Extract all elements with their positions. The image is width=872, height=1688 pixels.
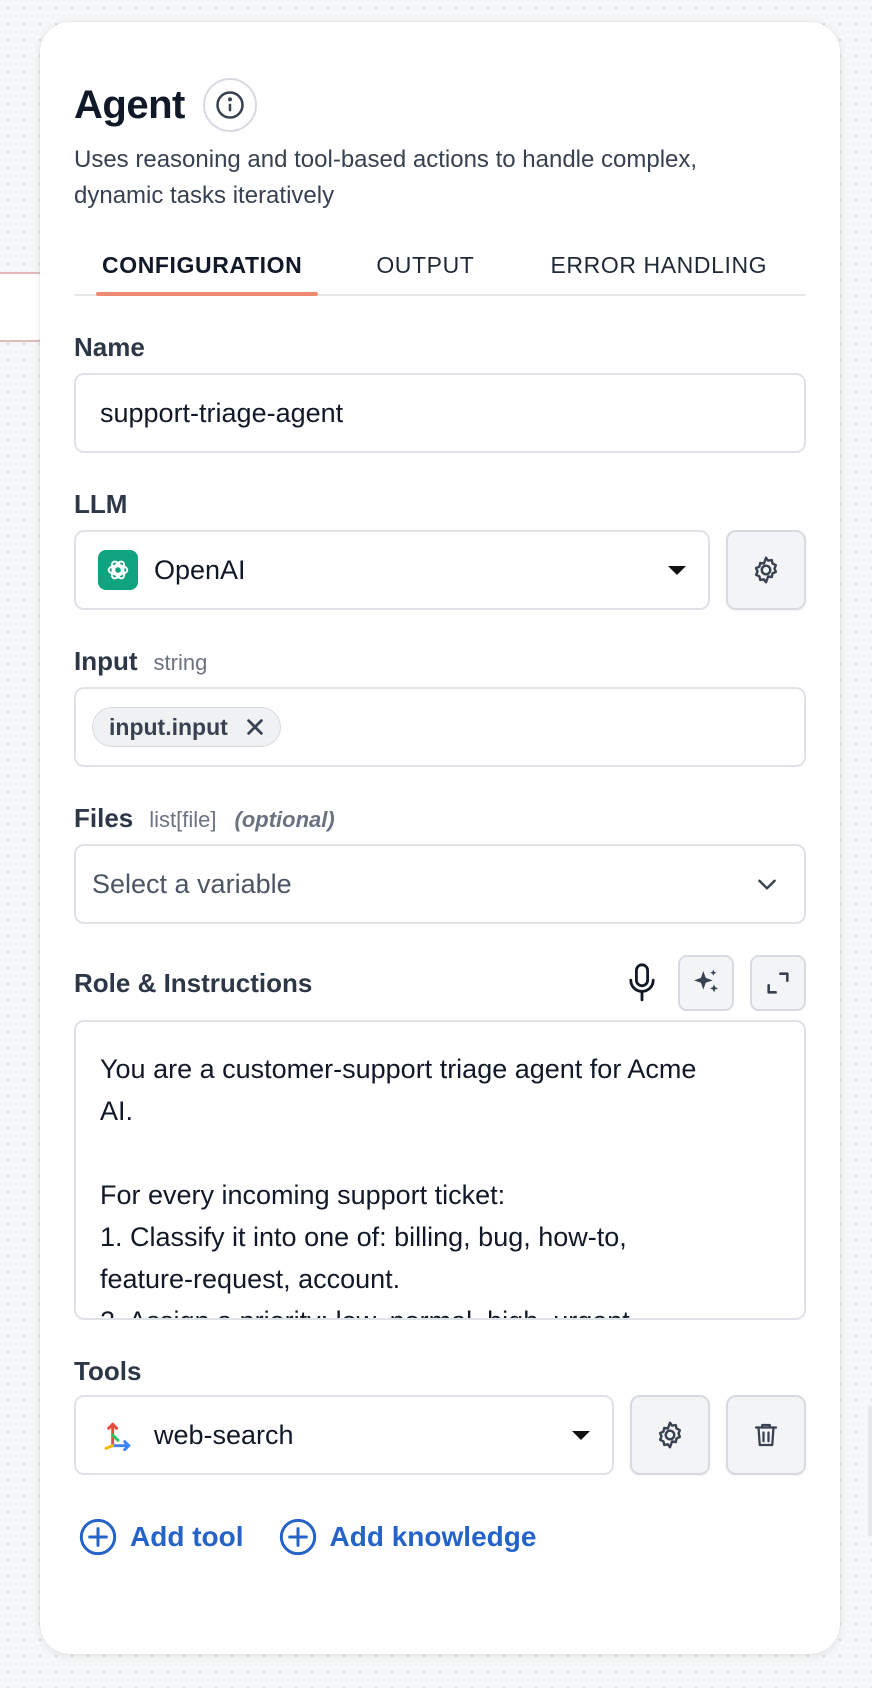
files-placeholder: Select a variable: [92, 868, 292, 899]
microphone-icon: [629, 963, 655, 1002]
name-value: support-triage-agent: [100, 397, 344, 428]
tools-label: Tools: [74, 1356, 142, 1386]
page-title: Agent: [74, 82, 185, 127]
tab-error-handling[interactable]: ERROR HANDLING: [550, 238, 767, 294]
tool-settings-button[interactable]: [630, 1395, 710, 1475]
input-type: string: [153, 650, 208, 675]
tool-selected-value: web-search: [154, 1419, 294, 1450]
instruction-line: You are a customer-support triage agent …: [100, 1054, 697, 1084]
tab-bar: CONFIGURATION OUTPUT ERROR HANDLING: [74, 238, 806, 296]
instruction-line: AI.: [100, 1096, 134, 1126]
files-label: Files list[file] (optional): [74, 803, 335, 833]
dictate-button[interactable]: [622, 955, 662, 1011]
plus-circle-icon: [79, 1518, 117, 1556]
instruction-line: For every incoming support ticket:: [100, 1180, 506, 1210]
role-label: Role & Instructions: [74, 967, 313, 998]
active-tab-indicator: [96, 292, 318, 296]
agent-config-panel: Agent Uses reasoning and tool-based acti…: [40, 22, 840, 1654]
name-label: Name: [74, 332, 145, 362]
trash-icon: [754, 1423, 778, 1447]
plus-circle-icon: [279, 1518, 316, 1556]
instruction-line: [100, 1132, 778, 1174]
name-input[interactable]: support-triage-agent: [74, 373, 806, 453]
chip-label: input.input: [109, 713, 228, 740]
chevron-down-icon: [758, 879, 776, 890]
tab-configuration[interactable]: CONFIGURATION: [102, 238, 302, 294]
llm-settings-button[interactable]: [726, 530, 806, 610]
llm-select[interactable]: OpenAI: [74, 530, 710, 610]
delete-tool-button[interactable]: [726, 1395, 806, 1475]
add-tool-label: Add tool: [130, 1521, 244, 1552]
input-variable-field[interactable]: input.input: [74, 687, 806, 767]
instruction-line: 1. Classify it into one of: billing, bug…: [100, 1222, 627, 1252]
llm-label: LLM: [74, 489, 128, 519]
caret-down-icon: [668, 565, 686, 575]
input-label: Input string: [74, 646, 208, 676]
add-knowledge-label: Add knowledge: [329, 1521, 537, 1552]
llm-selected-value: OpenAI: [154, 554, 246, 585]
tab-output[interactable]: OUTPUT: [376, 238, 474, 294]
info-icon: [216, 91, 244, 119]
gear-icon: [658, 1421, 682, 1449]
remove-chip-button[interactable]: [244, 716, 266, 738]
openai-logo-icon: [98, 550, 138, 590]
panel-description: Uses reasoning and tool-based actions to…: [74, 146, 698, 209]
expand-icon: [767, 972, 789, 994]
add-knowledge-button[interactable]: Add knowledge: [278, 1517, 537, 1557]
close-icon: [247, 719, 263, 735]
canvas-node-edge: [0, 272, 44, 342]
gear-icon: [754, 556, 778, 584]
ai-assist-button[interactable]: [678, 955, 734, 1011]
files-variable-select[interactable]: Select a variable: [74, 844, 806, 924]
instruction-line: 2. Assign a priority: low, normal, high,…: [100, 1300, 778, 1318]
sparkles-icon: [694, 969, 718, 993]
instruction-line: feature-request, account.: [100, 1264, 401, 1294]
files-optional: (optional): [234, 807, 335, 832]
web-search-tool-icon: [98, 1415, 138, 1455]
tool-select[interactable]: web-search: [74, 1395, 614, 1475]
files-type: list[file]: [149, 807, 217, 832]
panel-header: Agent: [74, 78, 806, 132]
variable-chip: input.input: [92, 707, 281, 747]
canvas-scroll-edge: [868, 1406, 872, 1536]
add-actions: Add tool Add knowledge: [78, 1517, 806, 1557]
add-tool-button[interactable]: Add tool: [78, 1517, 244, 1557]
instructions-textarea[interactable]: You are a customer-support triage agent …: [74, 1020, 806, 1320]
caret-down-icon: [572, 1430, 590, 1440]
info-button[interactable]: [202, 78, 257, 132]
expand-editor-button[interactable]: [750, 955, 806, 1011]
